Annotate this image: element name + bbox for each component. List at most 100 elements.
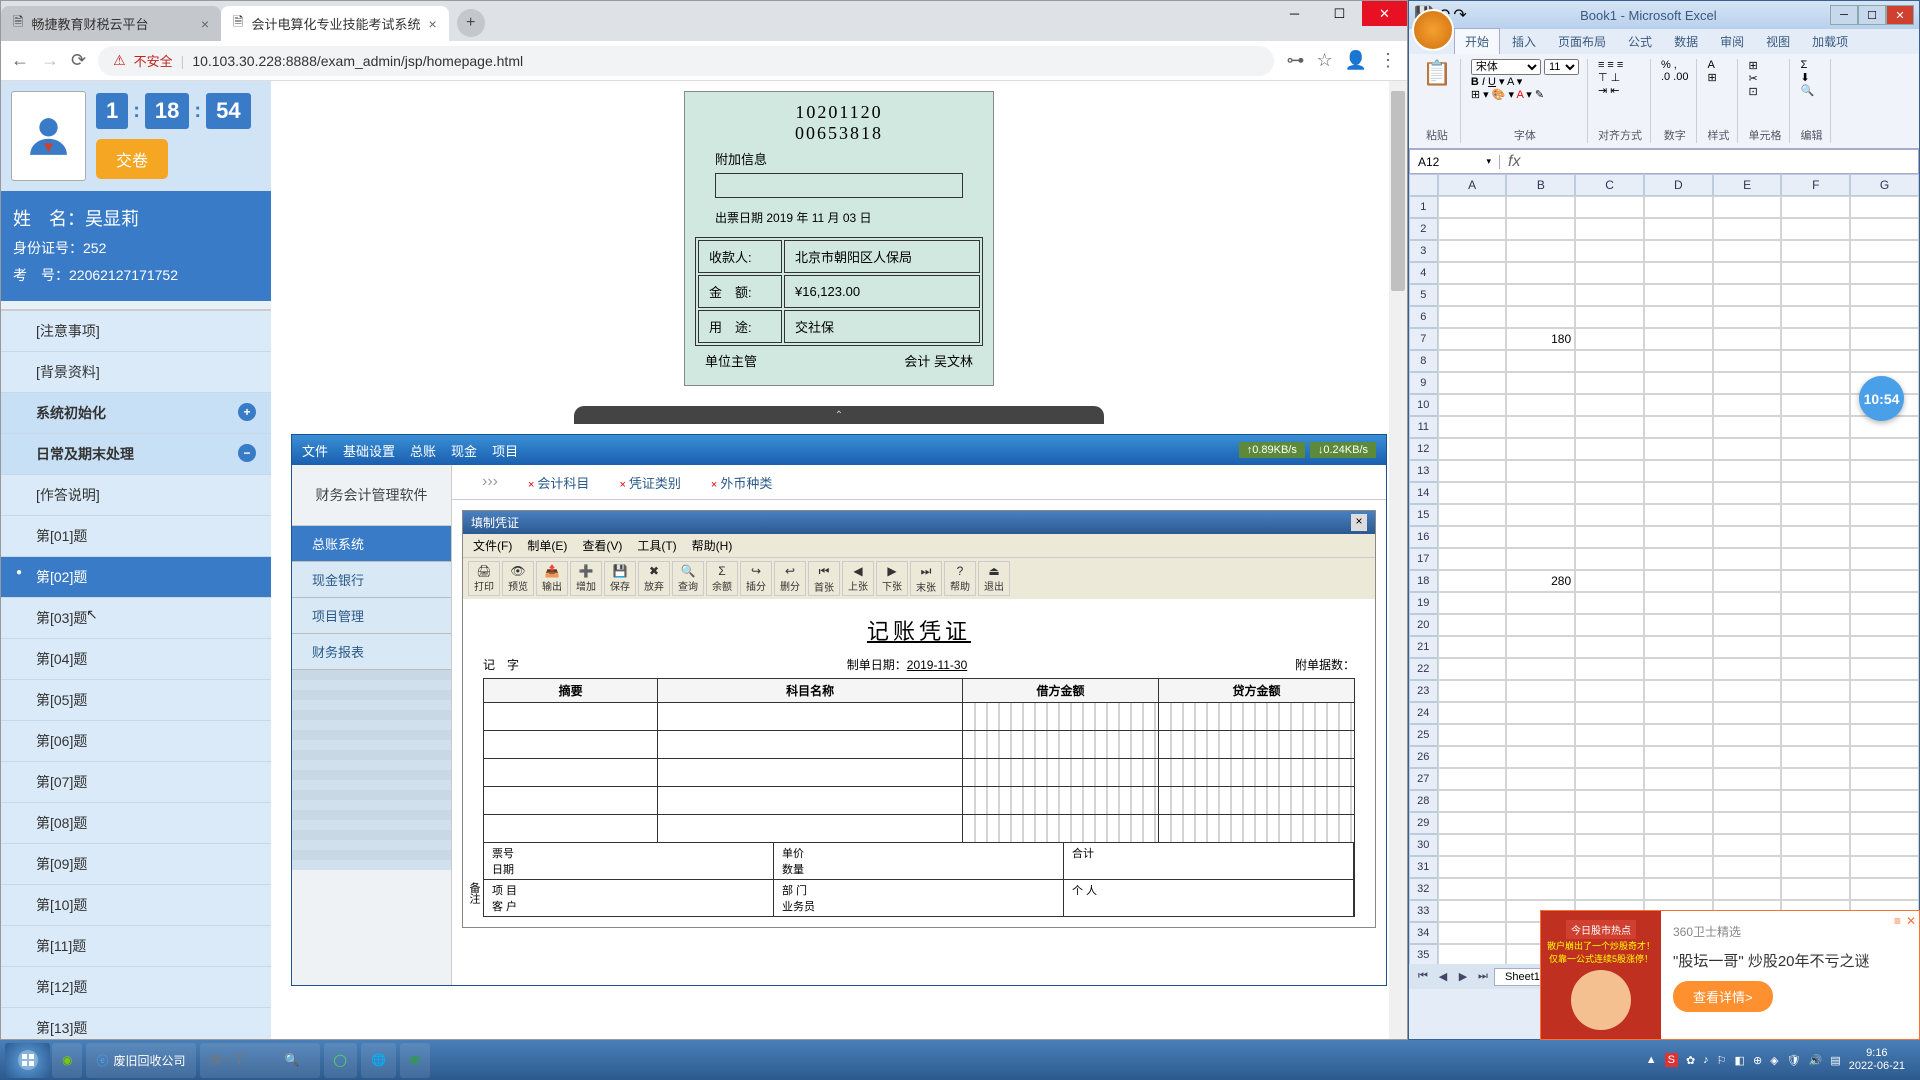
cell-G21[interactable]: [1850, 636, 1919, 658]
tool-放弃[interactable]: ✖放弃: [638, 561, 670, 596]
cell-C8[interactable]: [1575, 350, 1644, 372]
cell-B32[interactable]: [1506, 878, 1575, 900]
cell-E5[interactable]: [1713, 284, 1782, 306]
cell-F7[interactable]: [1781, 328, 1850, 350]
acct-tab-currency[interactable]: 外币种类: [711, 473, 772, 492]
cell-C30[interactable]: [1575, 834, 1644, 856]
close-tab-icon[interactable]: ×: [201, 16, 209, 32]
tool-删分[interactable]: ↩删分: [774, 561, 806, 596]
cell-A11[interactable]: [1438, 416, 1507, 438]
tool-打印[interactable]: 🖨打印: [468, 561, 500, 596]
cell-A6[interactable]: [1438, 306, 1507, 328]
cell-B19[interactable]: [1506, 592, 1575, 614]
cell-F15[interactable]: [1781, 504, 1850, 526]
cell-D31[interactable]: [1644, 856, 1713, 878]
cell-D15[interactable]: [1644, 504, 1713, 526]
cell-F28[interactable]: [1781, 790, 1850, 812]
question-nav[interactable]: [注意事项][背景资料]系统初始化+日常及期末处理−[作答说明]第[01]题第[…: [1, 309, 271, 1039]
cell-D9[interactable]: [1644, 372, 1713, 394]
acct-nav-report[interactable]: 财务报表: [292, 634, 451, 670]
tray-icon[interactable]: ✿: [1686, 1054, 1695, 1067]
cell-A8[interactable]: [1438, 350, 1507, 372]
task-app-1[interactable]: ◉: [52, 1043, 82, 1078]
password-icon[interactable]: ⊶: [1286, 50, 1304, 71]
cell-F21[interactable]: [1781, 636, 1850, 658]
tool-预览[interactable]: 👁预览: [502, 561, 534, 596]
tool-下张[interactable]: ▶下张: [876, 561, 908, 596]
col-header-C[interactable]: C: [1575, 174, 1644, 196]
cell-E22[interactable]: [1713, 658, 1782, 680]
cell-D10[interactable]: [1644, 394, 1713, 416]
ribbon-tab-视图[interactable]: 视图: [1756, 29, 1800, 54]
cell-A33[interactable]: [1438, 900, 1507, 922]
nav-item-14[interactable]: 第[10]题: [1, 885, 271, 926]
excel-close[interactable]: ✕: [1886, 5, 1914, 25]
cell-A26[interactable]: [1438, 746, 1507, 768]
cell-A7[interactable]: [1438, 328, 1507, 350]
col-header-D[interactable]: D: [1644, 174, 1713, 196]
cell-B2[interactable]: [1506, 218, 1575, 240]
cell-E18[interactable]: [1713, 570, 1782, 592]
cell-E2[interactable]: [1713, 218, 1782, 240]
row-header[interactable]: 33: [1409, 900, 1438, 922]
row-header[interactable]: 34: [1409, 922, 1438, 944]
row-header[interactable]: 17: [1409, 548, 1438, 570]
nav-item-13[interactable]: 第[09]题: [1, 844, 271, 885]
acct-nav-project[interactable]: 项目管理: [292, 598, 451, 634]
cell-E13[interactable]: [1713, 460, 1782, 482]
row-header[interactable]: 23: [1409, 680, 1438, 702]
cell-B30[interactable]: [1506, 834, 1575, 856]
row-header[interactable]: 9: [1409, 372, 1438, 394]
task-browser[interactable]: ◯: [324, 1043, 357, 1078]
sheet-prev[interactable]: ◀: [1434, 970, 1452, 983]
cell-F4[interactable]: [1781, 262, 1850, 284]
cell-C17[interactable]: [1575, 548, 1644, 570]
cell-E7[interactable]: [1713, 328, 1782, 350]
voucher-grid[interactable]: 摘要 科目名称 借方金额 贷方金额: [483, 678, 1355, 843]
nav-item-12[interactable]: 第[08]题: [1, 803, 271, 844]
nav-item-9[interactable]: 第[05]题: [1, 680, 271, 721]
acct-menu-file[interactable]: 文件: [302, 441, 328, 460]
cell-F9[interactable]: [1781, 372, 1850, 394]
cell-E6[interactable]: [1713, 306, 1782, 328]
cell-E32[interactable]: [1713, 878, 1782, 900]
cell-E19[interactable]: [1713, 592, 1782, 614]
cell-A10[interactable]: [1438, 394, 1507, 416]
acct-menu-ledger[interactable]: 总账: [410, 441, 436, 460]
office-button[interactable]: [1412, 9, 1454, 51]
cell-C15[interactable]: [1575, 504, 1644, 526]
cell-B3[interactable]: [1506, 240, 1575, 262]
nav-item-7[interactable]: 第[03]题↖: [1, 598, 271, 639]
cell-B5[interactable]: [1506, 284, 1575, 306]
cell-A5[interactable]: [1438, 284, 1507, 306]
browser-tab-2[interactable]: 🗎 会计电算化专业技能考试系统 ×: [221, 6, 449, 41]
cell-F1[interactable]: [1781, 196, 1850, 218]
cell-D29[interactable]: [1644, 812, 1713, 834]
cell-D6[interactable]: [1644, 306, 1713, 328]
cell-C25[interactable]: [1575, 724, 1644, 746]
floating-timer-badge[interactable]: 10:54: [1859, 376, 1904, 421]
cell-B17[interactable]: [1506, 548, 1575, 570]
cell-A21[interactable]: [1438, 636, 1507, 658]
cell-A25[interactable]: [1438, 724, 1507, 746]
nav-item-5[interactable]: 第[01]题: [1, 516, 271, 557]
excel-minimize[interactable]: ─: [1830, 5, 1858, 25]
cell-D13[interactable]: [1644, 460, 1713, 482]
voucher-menu[interactable]: 帮助(H): [692, 537, 733, 554]
row-header[interactable]: 29: [1409, 812, 1438, 834]
row-header[interactable]: 5: [1409, 284, 1438, 306]
back-icon[interactable]: ←: [11, 50, 29, 71]
cell-F30[interactable]: [1781, 834, 1850, 856]
menu-icon[interactable]: ⋮: [1379, 50, 1397, 71]
cell-F23[interactable]: [1781, 680, 1850, 702]
cell-F3[interactable]: [1781, 240, 1850, 262]
cell-F6[interactable]: [1781, 306, 1850, 328]
cell-D5[interactable]: [1644, 284, 1713, 306]
cell-G13[interactable]: [1850, 460, 1919, 482]
acct-menu-base[interactable]: 基础设置: [343, 441, 395, 460]
cell-G15[interactable]: [1850, 504, 1919, 526]
cell-C12[interactable]: [1575, 438, 1644, 460]
cell-C1[interactable]: [1575, 196, 1644, 218]
cell-B25[interactable]: [1506, 724, 1575, 746]
ribbon-tab-插入[interactable]: 插入: [1502, 29, 1546, 54]
